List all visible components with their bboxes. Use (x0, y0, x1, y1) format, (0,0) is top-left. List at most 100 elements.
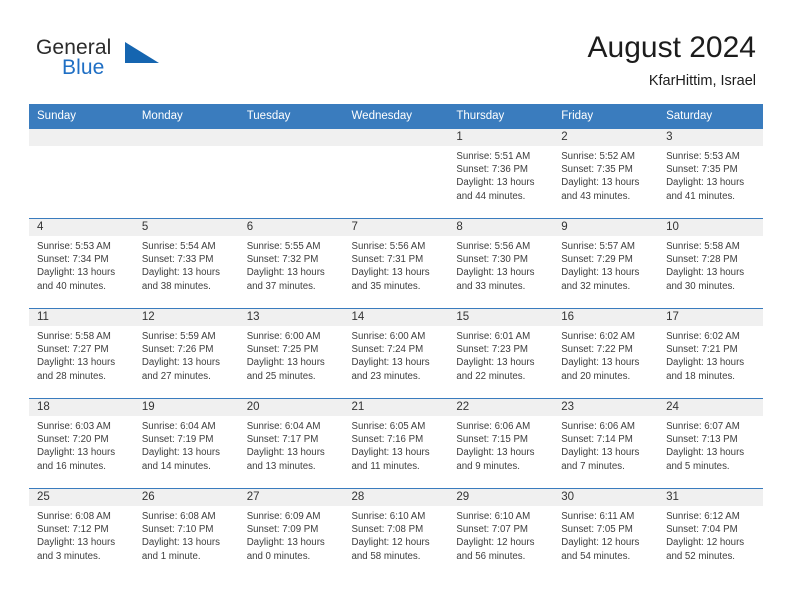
calendar-day-cell[interactable]: 9 Sunrise: 5:57 AM Sunset: 7:29 PM Daylight… (553, 218, 659, 309)
daylight-text-line2: and 35 minutes. (351, 280, 421, 292)
daylight-text-line2: and 41 minutes. (666, 190, 735, 202)
calendar-day-cell[interactable]: 12 Sunrise: 5:59 AM Sunset: 7:26 PM Dayligh… (133, 308, 239, 399)
daylight-text-line1: Daylight: 13 hours (351, 447, 430, 459)
calendar-day-cell[interactable]: 19 Sunrise: 6:04 AM Sunset: 7:19 PM Dayligh… (133, 398, 239, 489)
daylight-text-line1: Daylight: 12 hours (456, 537, 535, 549)
sunset-text: Sunset: 7:14 PM (561, 434, 633, 446)
day-cell-inner: 10 Sunrise: 5:58 AM Sunset: 7:28 PM Dayligh… (658, 219, 763, 308)
calendar-day-cell[interactable]: 4 Sunrise: 5:53 AM Sunset: 7:34 PM Daylight… (29, 218, 134, 309)
day-details: Sunrise: 6:10 AM Sunset: 7:08 PM Daylight:… (344, 506, 449, 563)
day-details: Sunrise: 6:04 AM Sunset: 7:17 PM Daylight:… (239, 416, 344, 473)
sunrise-text: Sunrise: 6:05 AM (351, 421, 426, 432)
day-number: 22 (448, 399, 554, 416)
day-cell-inner: 14 Sunrise: 6:00 AM Sunset: 7:24 PM Dayligh… (343, 309, 449, 398)
calendar-day-cell[interactable]: 21 Sunrise: 6:05 AM Sunset: 7:16 PM Dayligh… (343, 398, 449, 489)
day-cell-inner: 9 Sunrise: 5:57 AM Sunset: 7:29 PM Daylight… (553, 219, 659, 308)
sunset-text: Sunset: 7:33 PM (141, 254, 214, 266)
daylight-text-line1: Daylight: 13 hours (37, 357, 116, 369)
sunset-text: Sunset: 7:12 PM (37, 524, 109, 536)
calendar-day-cell[interactable]: 11 Sunrise: 5:58 AM Sunset: 7:27 PM Dayligh… (29, 308, 134, 399)
day-cell-inner: 11 Sunrise: 5:58 AM Sunset: 7:27 PM Dayligh… (29, 309, 134, 398)
page-title: August 2024 (587, 31, 756, 64)
weekday-header-wednesday: Wednesday (343, 104, 449, 129)
calendar-day-cell[interactable]: 2 Sunrise: 5:52 AM Sunset: 7:35 PM Daylight… (553, 129, 659, 219)
calendar-week-row: 4 Sunrise: 5:53 AM Sunset: 7:34 PM Daylight… (29, 218, 763, 309)
sunrise-text: Sunrise: 6:12 AM (666, 511, 740, 522)
daylight-text-line1: Daylight: 12 hours (666, 537, 745, 549)
calendar-day-cell[interactable]: 14 Sunrise: 6:00 AM Sunset: 7:24 PM Dayligh… (343, 308, 449, 399)
calendar-day-cell[interactable]: 8 Sunrise: 5:56 AM Sunset: 7:30 PM Daylight… (448, 218, 554, 309)
daylight-text-line1: Daylight: 13 hours (456, 267, 535, 279)
sunrise-text: Sunrise: 5:52 AM (561, 151, 635, 162)
sunrise-text: Sunrise: 6:00 AM (246, 331, 321, 342)
calendar-day-cell[interactable]: 5 Sunrise: 5:54 AM Sunset: 7:33 PM Daylight… (133, 218, 239, 309)
day-details: Sunrise: 6:09 AM Sunset: 7:09 PM Daylight:… (239, 506, 344, 563)
day-number: 20 (238, 399, 344, 416)
day-cell-inner: 21 Sunrise: 6:05 AM Sunset: 7:16 PM Dayligh… (343, 399, 449, 488)
daylight-text-line1: Daylight: 13 hours (141, 447, 220, 459)
daylight-text-line2: and 52 minutes. (666, 550, 735, 562)
calendar-day-cell[interactable]: 10 Sunrise: 5:58 AM Sunset: 7:28 PM Dayligh… (658, 218, 763, 309)
general-blue-logo[interactable]: General Blue (36, 36, 166, 88)
calendar-day-cell[interactable]: 29 Sunrise: 6:10 AM Sunset: 7:07 PM Dayligh… (448, 488, 554, 578)
calendar-day-cell[interactable]: 23 Sunrise: 6:06 AM Sunset: 7:14 PM Dayligh… (553, 398, 659, 489)
calendar-day-cell[interactable]: 18 Sunrise: 6:03 AM Sunset: 7:20 PM Dayligh… (29, 398, 134, 489)
calendar-day-cell[interactable]: 27 Sunrise: 6:09 AM Sunset: 7:09 PM Dayligh… (238, 488, 344, 578)
daylight-text-line2: and 16 minutes. (37, 460, 106, 472)
day-number (238, 129, 344, 146)
sunset-text: Sunset: 7:19 PM (141, 434, 214, 446)
daylight-text-line1: Daylight: 13 hours (666, 177, 745, 189)
day-number: 27 (238, 489, 344, 506)
day-number: 6 (238, 219, 344, 236)
sunrise-text: Sunrise: 6:02 AM (561, 331, 635, 342)
daylight-text-line2: and 43 minutes. (561, 190, 631, 202)
sunrise-text: Sunrise: 6:06 AM (456, 421, 531, 432)
sunset-text: Sunset: 7:36 PM (456, 164, 528, 176)
day-details: Sunrise: 6:02 AM Sunset: 7:22 PM Daylight:… (553, 326, 658, 383)
calendar-day-cell[interactable]: 28 Sunrise: 6:10 AM Sunset: 7:08 PM Dayligh… (343, 488, 449, 578)
calendar-day-cell[interactable]: 31 Sunrise: 6:12 AM Sunset: 7:04 PM Dayligh… (658, 488, 763, 578)
location-subtitle: KfarHittim, Israel (648, 73, 756, 89)
daylight-text-line2: and 13 minutes. (246, 460, 316, 472)
day-details: Sunrise: 6:11 AM Sunset: 7:05 PM Daylight:… (553, 506, 658, 563)
sunset-text: Sunset: 7:35 PM (561, 164, 633, 176)
sunrise-text: Sunrise: 5:53 AM (37, 241, 111, 252)
sunset-text: Sunset: 7:17 PM (246, 434, 319, 446)
day-details: Sunrise: 6:08 AM Sunset: 7:12 PM Daylight:… (29, 506, 134, 563)
calendar-day-cell[interactable]: 1 Sunrise: 5:51 AM Sunset: 7:36 PM Daylight… (448, 129, 554, 219)
calendar-day-cell[interactable]: 15 Sunrise: 6:01 AM Sunset: 7:23 PM Dayligh… (448, 308, 554, 399)
calendar-day-cell[interactable]: 3 Sunrise: 5:53 AM Sunset: 7:35 PM Daylight… (658, 129, 763, 219)
logo-text-blue: Blue (62, 56, 105, 79)
calendar-day-cell[interactable]: 16 Sunrise: 6:02 AM Sunset: 7:22 PM Dayligh… (553, 308, 659, 399)
calendar-page: General Blue August 2024 KfarHittim, Isr… (0, 0, 792, 612)
daylight-text-line1: Daylight: 12 hours (561, 537, 640, 549)
page-header: General Blue August 2024 KfarHittim, Isr… (0, 0, 792, 104)
day-details: Sunrise: 6:00 AM Sunset: 7:25 PM Daylight:… (239, 326, 344, 383)
sunrise-text: Sunrise: 6:03 AM (37, 421, 111, 432)
day-details: Sunrise: 5:57 AM Sunset: 7:29 PM Daylight:… (553, 236, 658, 293)
sunset-text: Sunset: 7:29 PM (561, 254, 633, 266)
calendar-day-cell[interactable]: 24 Sunrise: 6:07 AM Sunset: 7:13 PM Dayligh… (658, 398, 763, 489)
day-number: 31 (658, 489, 763, 506)
daylight-text-line2: and 18 minutes. (666, 370, 735, 382)
day-number: 16 (553, 309, 659, 326)
calendar-day-cell[interactable]: 17 Sunrise: 6:02 AM Sunset: 7:21 PM Dayligh… (658, 308, 763, 399)
day-cell-inner: 31 Sunrise: 6:12 AM Sunset: 7:04 PM Dayligh… (658, 489, 763, 578)
calendar-day-cell[interactable]: 26 Sunrise: 6:08 AM Sunset: 7:10 PM Dayligh… (133, 488, 239, 578)
calendar-day-cell[interactable]: 30 Sunrise: 6:11 AM Sunset: 7:05 PM Dayligh… (553, 488, 659, 578)
calendar-day-cell[interactable]: 22 Sunrise: 6:06 AM Sunset: 7:15 PM Dayligh… (448, 398, 554, 489)
day-cell-inner: 30 Sunrise: 6:11 AM Sunset: 7:05 PM Dayligh… (553, 489, 659, 578)
calendar-day-cell[interactable]: 20 Sunrise: 6:04 AM Sunset: 7:17 PM Dayligh… (238, 398, 344, 489)
daylight-text-line2: and 9 minutes. (456, 460, 520, 472)
calendar-day-cell[interactable]: 13 Sunrise: 6:00 AM Sunset: 7:25 PM Dayligh… (238, 308, 344, 399)
day-number: 4 (29, 219, 134, 236)
sunset-text: Sunset: 7:05 PM (561, 524, 633, 536)
sunset-text: Sunset: 7:21 PM (666, 344, 738, 356)
daylight-text-line1: Daylight: 13 hours (561, 177, 640, 189)
sunrise-text: Sunrise: 6:10 AM (456, 511, 531, 522)
calendar-day-cell[interactable]: 6 Sunrise: 5:55 AM Sunset: 7:32 PM Daylight… (238, 218, 344, 309)
calendar-day-cell[interactable]: 7 Sunrise: 5:56 AM Sunset: 7:31 PM Daylight… (343, 218, 449, 309)
calendar-day-cell-empty (343, 129, 449, 219)
daylight-text-line1: Daylight: 13 hours (561, 357, 640, 369)
calendar-day-cell[interactable]: 25 Sunrise: 6:08 AM Sunset: 7:12 PM Dayligh… (29, 488, 134, 578)
